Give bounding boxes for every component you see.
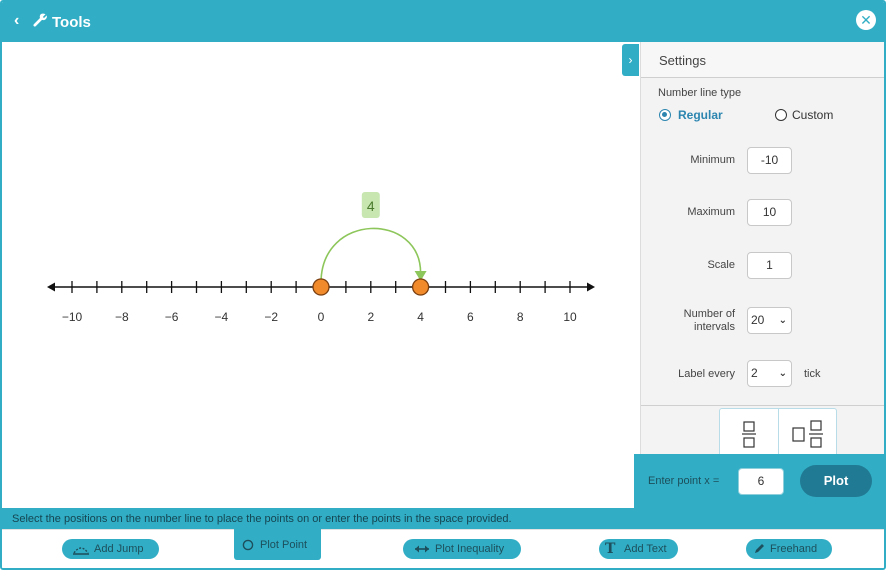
tick-label: −10 bbox=[62, 310, 83, 324]
jump-arc bbox=[320, 227, 422, 284]
intervals-select-value: 20 bbox=[751, 313, 765, 327]
label-every-label: Label every bbox=[678, 368, 735, 380]
custom-radio-label[interactable]: Custom bbox=[792, 108, 833, 122]
custom-radio[interactable] bbox=[775, 109, 787, 121]
fraction-button[interactable] bbox=[720, 409, 778, 459]
minimum-label: Minimum bbox=[690, 154, 735, 166]
tick-label: 4 bbox=[417, 310, 424, 324]
mixed-number-icon bbox=[792, 420, 823, 448]
regular-radio-label[interactable]: Regular bbox=[678, 108, 723, 122]
enter-point-input[interactable]: 6 bbox=[738, 468, 784, 495]
freehand-label: Freehand bbox=[770, 543, 818, 555]
number-line[interactable]: −10 −8 −6 −4 −2 0 2 4 6 8 10 4 bbox=[2, 42, 622, 508]
regular-radio[interactable] bbox=[659, 109, 671, 121]
add-jump-button[interactable]: Add Jump bbox=[62, 539, 159, 559]
plot-point-button[interactable]: Plot Point bbox=[234, 528, 321, 560]
freehand-button[interactable]: Freehand bbox=[746, 539, 832, 559]
add-text-button[interactable]: T Add Text bbox=[599, 539, 678, 559]
fraction-icon bbox=[742, 421, 756, 448]
settings-divider bbox=[641, 405, 884, 406]
tick-label: 10 bbox=[563, 310, 577, 324]
tick-label: 0 bbox=[318, 310, 325, 324]
tick-label: 8 bbox=[517, 310, 524, 324]
mixed-number-button[interactable] bbox=[779, 409, 837, 459]
instruction-bar: Select the positions on the number line … bbox=[2, 508, 884, 529]
window-title: Tools bbox=[52, 14, 91, 31]
maximum-label: Maximum bbox=[687, 206, 735, 218]
tick-label: 2 bbox=[367, 310, 374, 324]
plotted-point bbox=[411, 278, 430, 296]
text-t-icon: T bbox=[605, 541, 616, 557]
instruction-text: Select the positions on the number line … bbox=[12, 513, 512, 525]
close-icon[interactable]: ✕ bbox=[856, 10, 876, 30]
plot-point-label: Plot Point bbox=[260, 539, 308, 551]
maximum-input[interactable]: 10 bbox=[747, 199, 792, 226]
chevron-down-icon: ⌄ bbox=[778, 368, 787, 379]
plot-point-bar: Enter point x = 6 Plot bbox=[634, 454, 884, 508]
jump-arc-icon bbox=[73, 547, 89, 555]
enter-point-label: Enter point x = bbox=[648, 475, 720, 487]
title-bar: ‹ Tools ✕ bbox=[2, 2, 884, 42]
plot-inequality-button[interactable]: Plot Inequality bbox=[403, 539, 521, 559]
double-arrow-icon bbox=[415, 545, 429, 553]
wrench-icon bbox=[33, 13, 47, 27]
tick-label: 6 bbox=[467, 310, 474, 324]
intervals-label-line1: Number of bbox=[683, 308, 735, 320]
number-line-canvas[interactable]: −10 −8 −6 −4 −2 0 2 4 6 8 10 4 bbox=[2, 42, 622, 508]
plot-inequality-label: Plot Inequality bbox=[435, 543, 505, 555]
intervals-select[interactable]: 20 ⌄ bbox=[747, 307, 792, 334]
jump-label: 4 bbox=[367, 198, 375, 214]
scale-label: Scale bbox=[707, 259, 735, 271]
minimum-input[interactable]: -10 bbox=[747, 147, 792, 174]
add-jump-label: Add Jump bbox=[94, 543, 144, 555]
settings-header: Settings bbox=[641, 42, 884, 78]
tick-label: −8 bbox=[115, 310, 129, 324]
tick-suffix-label: tick bbox=[804, 368, 821, 380]
chevron-down-icon: ⌄ bbox=[778, 315, 787, 326]
collapse-settings-button[interactable]: › bbox=[622, 44, 639, 76]
add-text-label: Add Text bbox=[624, 543, 667, 555]
tick-label: −6 bbox=[165, 310, 179, 324]
scale-input[interactable]: 1 bbox=[747, 252, 792, 279]
axis-arrow-right bbox=[587, 282, 595, 292]
circle-icon bbox=[242, 539, 254, 551]
chevron-left-icon[interactable]: ‹ bbox=[14, 12, 19, 30]
number-line-type-label: Number line type bbox=[658, 87, 742, 99]
intervals-label-line2: intervals bbox=[694, 321, 735, 333]
fraction-buttons bbox=[719, 408, 837, 460]
plot-button[interactable]: Plot bbox=[800, 465, 872, 497]
tick-label: −4 bbox=[215, 310, 229, 324]
tick-label: −2 bbox=[264, 310, 278, 324]
bottom-toolbar: Add Jump Plot Point Plot Inequality T Ad… bbox=[2, 528, 884, 568]
tools-window: ‹ Tools ✕ −10 −8 −6 −4 −2 0 2 4 6 8 10 4 › Settings… bbox=[0, 0, 886, 570]
settings-panel: Settings Number line type Regular Custom… bbox=[640, 42, 884, 460]
pencil-icon bbox=[755, 544, 764, 553]
label-every-select-value: 2 bbox=[751, 366, 758, 380]
plotted-point bbox=[312, 278, 330, 296]
label-every-select[interactable]: 2 ⌄ bbox=[747, 360, 792, 387]
axis-arrow-left bbox=[47, 282, 55, 292]
settings-title: Settings bbox=[659, 53, 706, 68]
